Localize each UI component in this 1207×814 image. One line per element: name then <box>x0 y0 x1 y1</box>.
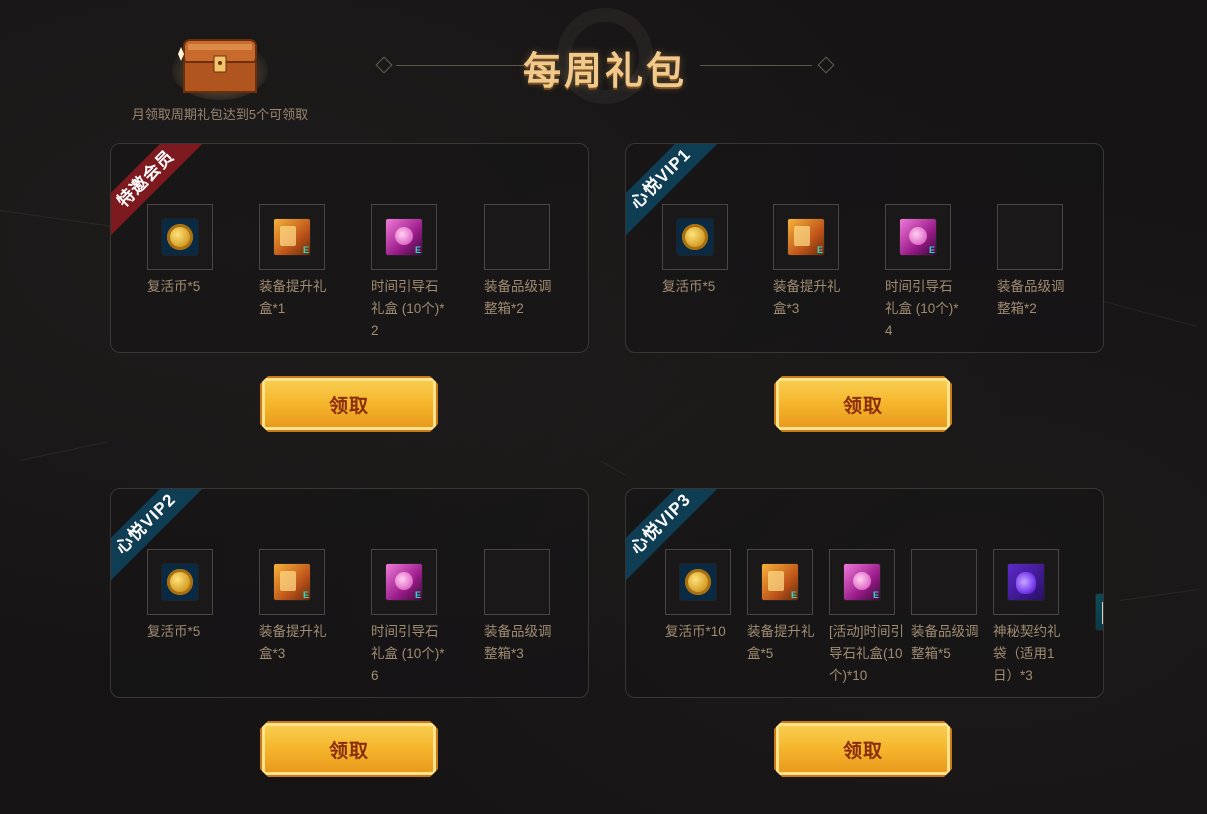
gift-item: 复活币*5 <box>147 549 223 643</box>
gift-item: 神秘契约礼袋（适用1日）*3 <box>993 549 1069 687</box>
item-label: 装备品级调整箱*2 <box>484 279 552 316</box>
revive-coin-icon <box>161 218 199 256</box>
item-label: 时间引导石礼盒 (10个)*6 <box>371 624 445 683</box>
gift-item: E 装备提升礼盒*5 <box>747 549 823 665</box>
item-label: 复活币*10 <box>665 624 726 639</box>
gift-item: 装备品级调整箱*2 <box>997 204 1073 320</box>
gift-panel-vip2: 心悦VIP2 复活币*5 E 装备提升礼盒*3 E 时间引导石礼盒 (10个)*… <box>110 488 589 698</box>
item-label: [活动]时间引导石礼盒(10个)*10 <box>829 624 905 683</box>
item-label: 装备品级调整箱*5 <box>911 624 979 661</box>
claim-button[interactable]: 领取 <box>774 721 952 777</box>
treasure-chest-icon <box>170 30 270 100</box>
item-label: 复活币*5 <box>662 279 716 294</box>
guide-stone-icon: E <box>843 563 881 601</box>
claim-button[interactable]: 领取 <box>260 721 438 777</box>
item-label: 装备提升礼盒*3 <box>259 624 327 661</box>
gift-item: E [活动]时间引导石礼盒(10个)*10 <box>829 549 905 687</box>
guide-stone-icon: E <box>899 218 937 256</box>
guide-stone-icon: E <box>385 563 423 601</box>
gift-item: E 时间引导石礼盒 (10个)*6 <box>371 549 447 687</box>
gift-item: 装备品级调整箱*5 <box>911 549 1103 665</box>
item-label: 装备品级调整箱*3 <box>484 624 552 661</box>
item-label: 复活币*5 <box>147 624 201 639</box>
claim-button-label: 领取 <box>842 740 883 762</box>
claim-button-label: 领取 <box>328 740 369 762</box>
item-label: 神秘契约礼袋（适用1日）*3 <box>993 624 1061 683</box>
gift-item: 复活币*5 <box>147 204 223 298</box>
gift-item: 装备品级调整箱*3 <box>484 549 560 665</box>
gift-panel-vip1: 心悦VIP1 复活币*5 E 装备提升礼盒*3 E 时间引导石礼盒 (10个)*… <box>625 143 1104 353</box>
chest-note: 月领取周期礼包达到5个可领取 <box>131 107 309 122</box>
claim-button-label: 领取 <box>842 395 883 417</box>
gift-item: E 装备提升礼盒*1 <box>259 204 335 320</box>
guide-stone-icon: E <box>385 218 423 256</box>
gift-item: E 时间引导石礼盒 (10个)*2 <box>371 204 447 342</box>
equipment-box-icon: E <box>273 563 311 601</box>
gift-item: 装备品级调整箱*2 <box>484 204 560 320</box>
gift-item: E 装备提升礼盒*3 <box>773 204 849 320</box>
item-label: 复活币*5 <box>147 279 201 294</box>
revive-coin-icon <box>161 563 199 601</box>
revive-coin-icon <box>679 563 717 601</box>
item-label: 装备提升礼盒*3 <box>773 279 841 316</box>
gift-item: E 装备提升礼盒*3 <box>259 549 335 665</box>
gift-panel-special-member: 特邀会员 复活币*5 E 装备提升礼盒*1 E 时间引导石礼盒 (10个)*2 … <box>110 143 589 353</box>
grade-chest-icon <box>1095 593 1103 631</box>
weekly-gift-page: 月领取周期礼包达到5个可领取 每周礼包 特邀会员 复活币*5 E 装备提升礼盒*… <box>0 0 1207 814</box>
claim-button[interactable]: 领取 <box>260 376 438 432</box>
item-label: 装备提升礼盒*1 <box>259 279 327 316</box>
gift-panel-vip3: 心悦VIP3 复活币*10 E 装备提升礼盒*5 E [活动]时间引导石礼盒(1… <box>625 488 1104 698</box>
revive-coin-icon <box>676 218 714 256</box>
gift-item: 复活币*5 <box>662 204 738 298</box>
item-label: 时间引导石礼盒 (10个)*4 <box>885 279 959 338</box>
gift-item: E 时间引导石礼盒 (10个)*4 <box>885 204 961 342</box>
gift-item: 复活币*10 <box>665 549 741 643</box>
equipment-box-icon: E <box>273 218 311 256</box>
equipment-box-icon: E <box>787 218 825 256</box>
claim-button[interactable]: 领取 <box>774 376 952 432</box>
item-label: 装备提升礼盒*5 <box>747 624 815 661</box>
page-title: 每周礼包 <box>522 51 687 93</box>
title-banner: 每周礼包 <box>370 38 840 94</box>
item-label: 装备品级调整箱*2 <box>997 279 1065 316</box>
equipment-box-icon: E <box>761 563 799 601</box>
item-label: 时间引导石礼盒 (10个)*2 <box>371 279 445 338</box>
contract-bag-icon <box>1007 563 1045 601</box>
claim-button-label: 领取 <box>328 395 369 417</box>
